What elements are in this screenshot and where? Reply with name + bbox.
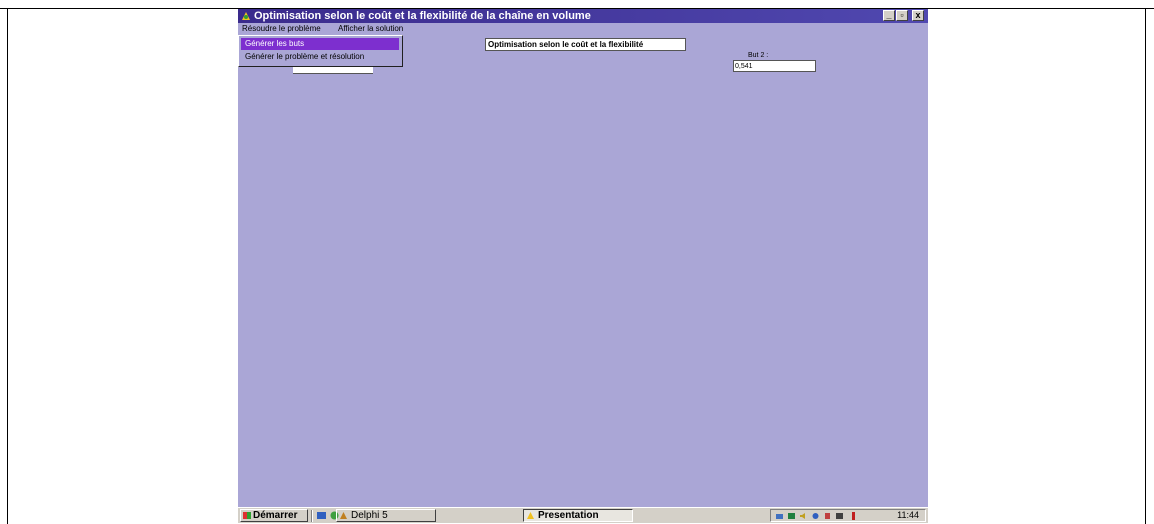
frame-right-border xyxy=(1145,9,1146,524)
app-icon xyxy=(242,12,250,20)
tray-sync-icon[interactable] xyxy=(811,512,820,520)
delphi-icon xyxy=(340,512,347,519)
close-button[interactable]: x xyxy=(912,10,924,21)
heading-box: Optimisation selon le coût et la flexibi… xyxy=(485,38,686,51)
system-tray: 11:44 xyxy=(770,509,926,522)
maximize-button[interactable]: ▫ xyxy=(896,10,908,21)
clock: 11:44 xyxy=(897,510,919,520)
task-delphi-label: Delphi 5 xyxy=(351,510,388,521)
window-title: Optimisation selon le coût et la flexibi… xyxy=(254,10,591,22)
start-button[interactable]: Démarrer xyxy=(240,509,308,522)
menu-resoudre[interactable]: Résoudre le problème xyxy=(242,23,321,35)
task-presentation[interactable]: Presentation xyxy=(523,509,633,522)
minimize-button[interactable]: _ xyxy=(883,10,895,21)
app-window: Optimisation selon le coût et la flexibi… xyxy=(238,9,928,523)
taskbar-separator xyxy=(311,510,313,522)
tray-traffic-light-icon[interactable] xyxy=(849,512,858,520)
title-bar[interactable]: Optimisation selon le coût et la flexibi… xyxy=(238,9,928,23)
menu-bar: Résoudre le problème Afficher la solutio… xyxy=(238,23,928,35)
resoudre-dropdown-menu: Générer les buts Générer le problème et … xyxy=(238,35,403,67)
tray-monitor-icon[interactable] xyxy=(835,512,844,520)
tray-tool-icon[interactable] xyxy=(823,512,832,520)
tray-printer-icon[interactable] xyxy=(775,512,784,520)
tray-sound-icon[interactable] xyxy=(799,512,808,520)
but2-input[interactable] xyxy=(733,60,816,72)
but2-label: But 2 : xyxy=(748,52,769,59)
task-presentation-label: Presentation xyxy=(538,510,599,521)
show-desktop-icon[interactable] xyxy=(316,510,327,521)
frame-left-border xyxy=(7,9,8,524)
task-delphi[interactable]: Delphi 5 xyxy=(336,509,436,522)
menu-item-generer-probleme[interactable]: Générer le problème et résolution xyxy=(241,51,399,63)
menu-item-generer-buts[interactable]: Générer les buts xyxy=(241,38,399,50)
windows-logo-icon xyxy=(243,512,251,519)
tray-network-icon[interactable] xyxy=(787,512,796,520)
but1-field[interactable] xyxy=(293,67,373,74)
taskbar: Démarrer Delphi 5 Presentation 11:44 xyxy=(238,507,928,523)
menu-afficher[interactable]: Afficher la solution xyxy=(338,23,403,35)
presentation-icon xyxy=(527,512,534,519)
start-label: Démarrer xyxy=(253,510,298,521)
